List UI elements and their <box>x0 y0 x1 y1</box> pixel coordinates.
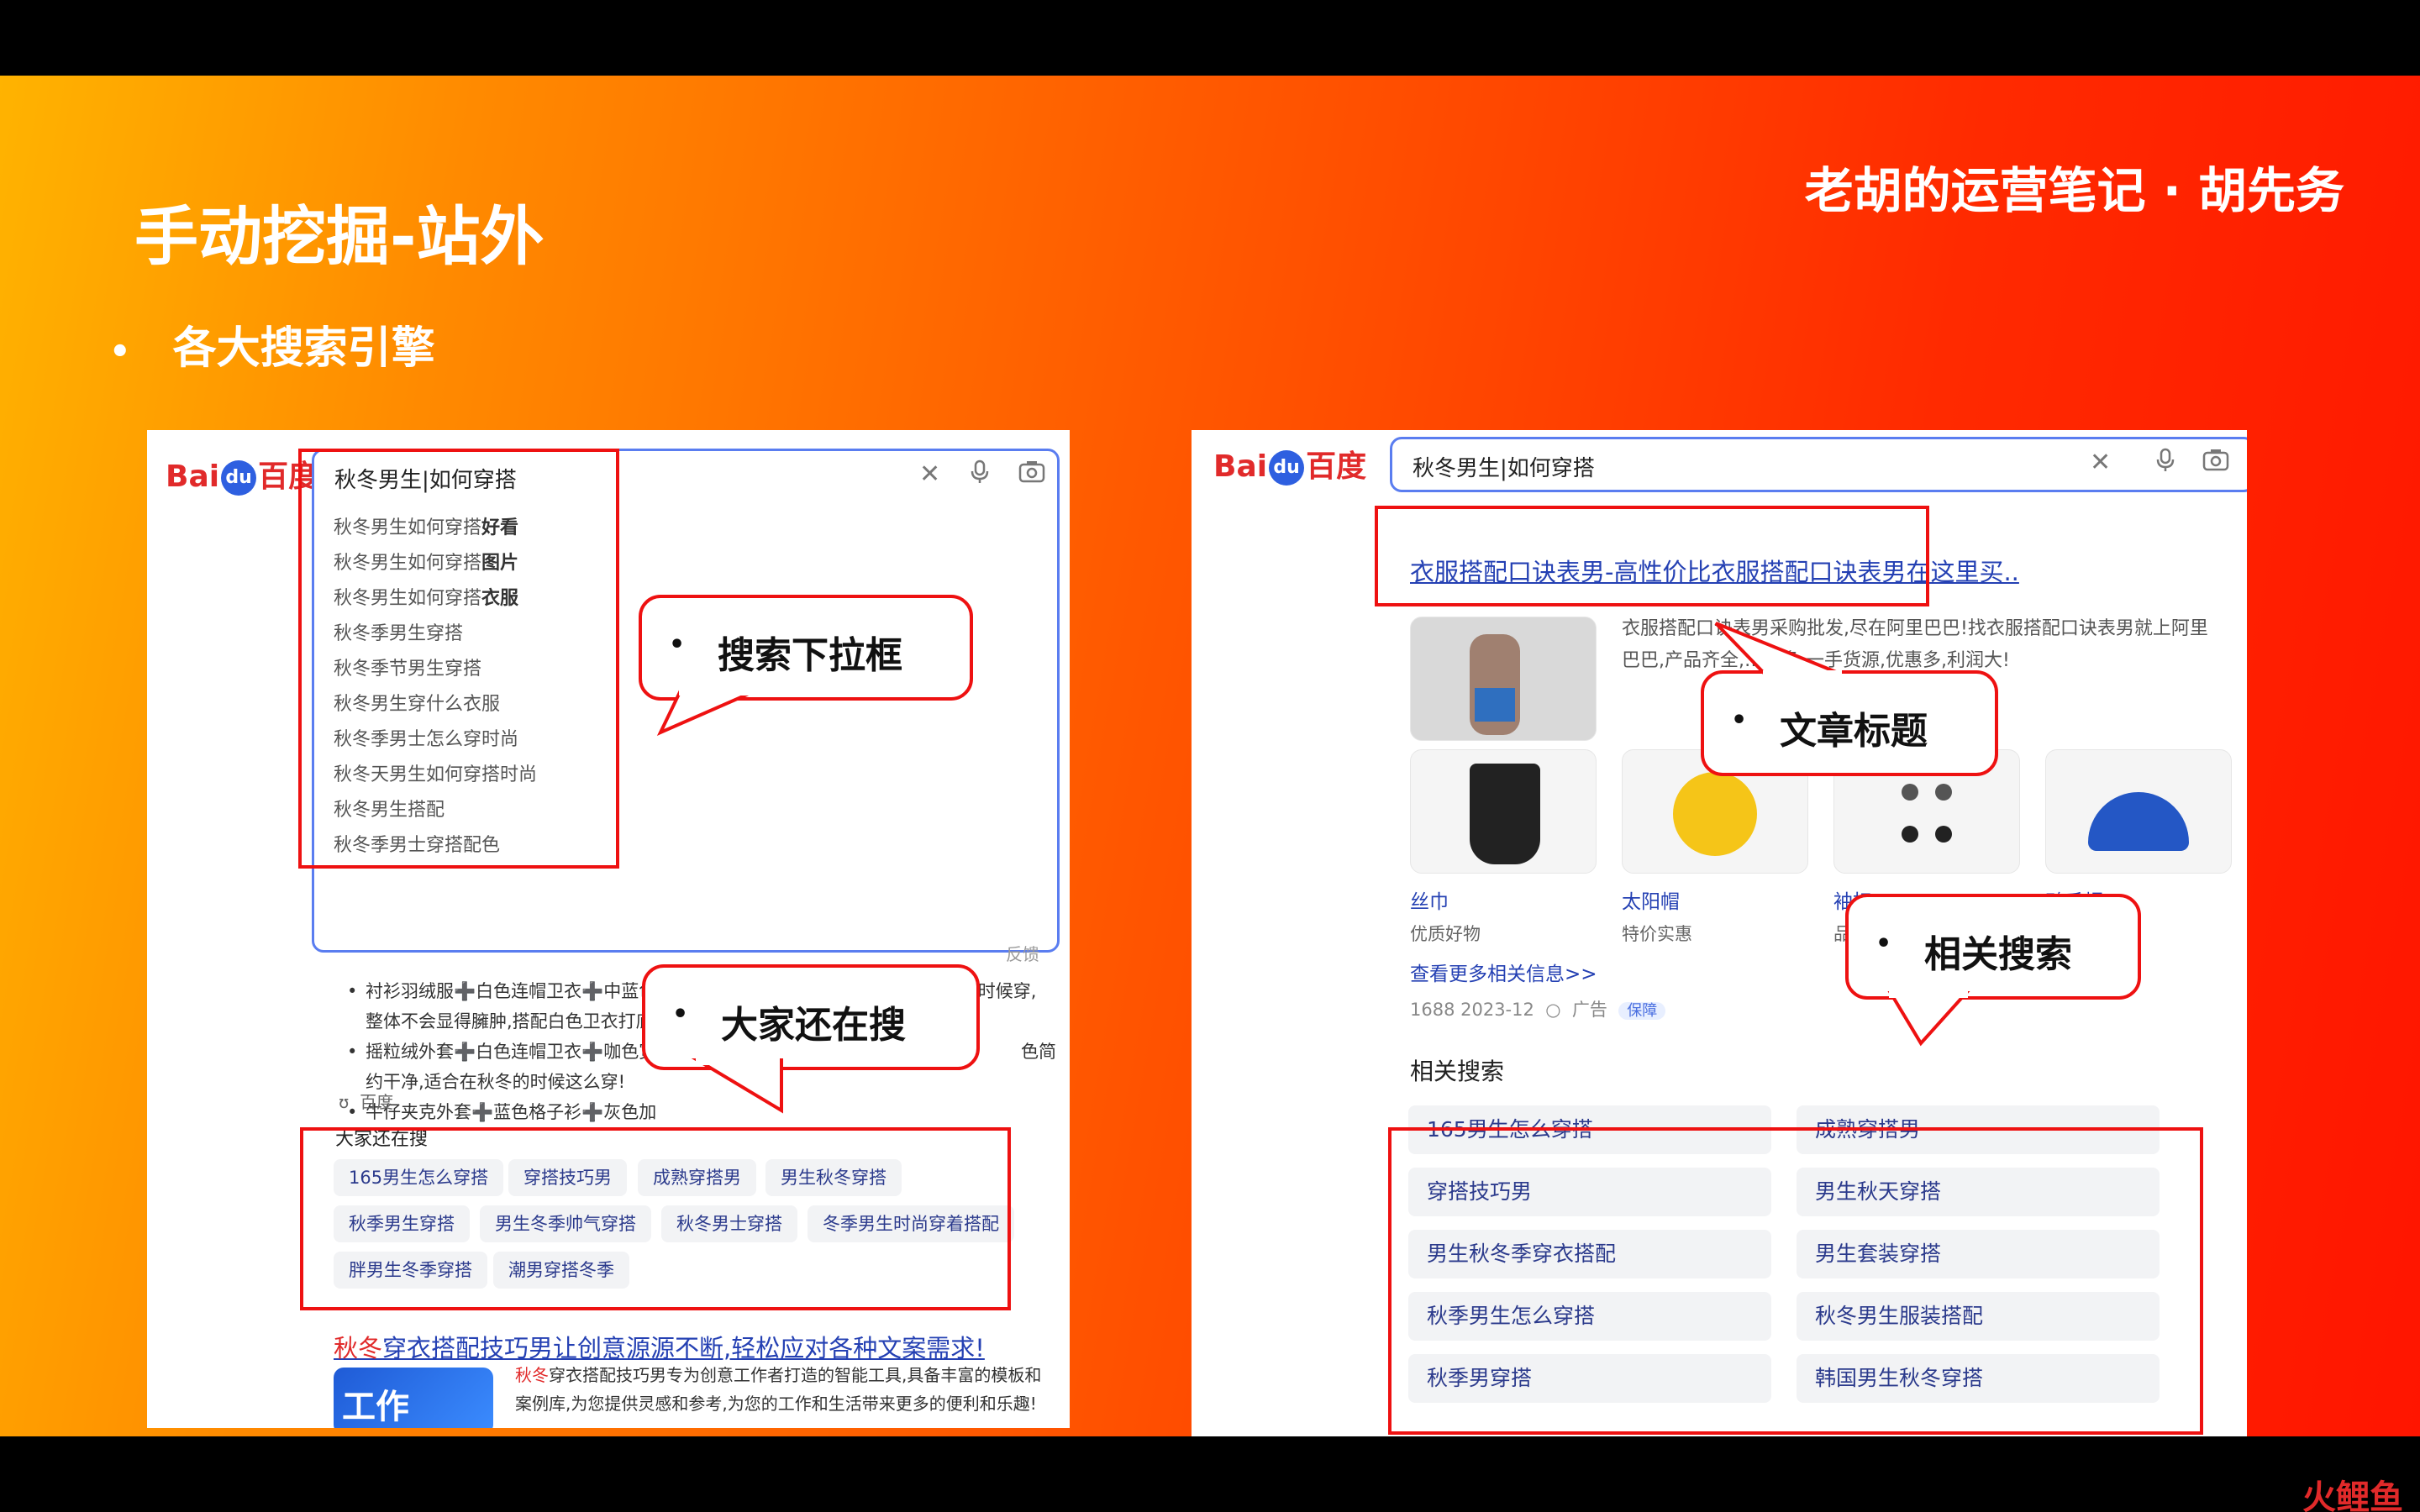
callout-bullet-icon: • <box>1731 706 1748 735</box>
brand-label: 老胡的运营笔记 · 胡先务 <box>1804 162 2344 219</box>
product-image-scarf[interactable] <box>1410 749 1597 874</box>
callout-related: • 相关搜索 <box>1845 894 2141 1000</box>
bottom-letterbox: 火鲤鱼 <box>0 1436 2420 1512</box>
bullet-main: • 各大搜索引擎 <box>109 312 435 375</box>
slide-title: 手动挖掘-站外 <box>134 199 544 274</box>
bullet-dot-icon: • <box>109 333 131 371</box>
highlight-box-title <box>1375 506 1929 606</box>
product-name[interactable]: 丝巾 <box>1410 885 1449 914</box>
ad-description: 衣服搭配口诀表男采购批发,尽在阿里巴巴!找衣服搭配口诀表男就上阿里 巴巴,产品齐… <box>1622 618 2208 671</box>
source-icon: ʊ <box>339 1092 350 1112</box>
baidu-screenshot-left: Bai du 百度 秋冬男生|如何穿搭 ✕ 秋冬男生如何穿搭好看 秋冬男生如何穿搭图… <box>147 430 1070 1428</box>
more-info-link[interactable]: 查看更多相关信息>> <box>1410 958 1597 986</box>
callout-bullet-icon: • <box>672 1000 689 1029</box>
ad-thumbnail[interactable]: 工作 <box>334 1368 493 1428</box>
clear-icon[interactable]: ✕ <box>2090 448 2111 477</box>
camera-icon[interactable] <box>1018 459 1045 490</box>
ad-title-link[interactable]: 秋冬穿衣搭配技巧男让创意源源不断,轻松应对各种文案需求! <box>334 1329 985 1364</box>
callout-bullet-icon: • <box>669 630 686 659</box>
slide: 手动挖掘-站外 老胡的运营笔记 · 胡先务 • 各大搜索引擎 Bai du 百度 秋冬… <box>0 76 2420 1436</box>
product-name[interactable]: 太阳帽 <box>1622 885 1680 914</box>
ad-main-image[interactable] <box>1410 617 1597 741</box>
logo-bai: Bai <box>166 459 220 494</box>
callout-pointer-icon <box>1887 991 1970 1047</box>
product-sub: 优质好物 <box>1410 924 1481 944</box>
ad-description: 秋冬穿衣搭配技巧男专为创意工作者打造的智能工具,具备丰富的模板和 案例库,为您提… <box>515 1365 1042 1414</box>
callout-pointer-icon <box>656 689 758 736</box>
related-search-heading: 相关搜索 <box>1410 1058 1505 1085</box>
source-label: ʊ 百度 <box>339 1092 394 1112</box>
logo-cn: 百度 <box>1306 449 1367 484</box>
highlight-box-related <box>1388 1127 2203 1435</box>
mic-icon[interactable] <box>2155 448 2175 480</box>
watermark-logo: 火鲤鱼 <box>2302 1478 2403 1512</box>
callout-dropdown: • 搜索下拉框 <box>639 595 973 701</box>
callout-title: • 文章标题 <box>1701 670 1998 776</box>
ad-meta: 1688 2023-12 ○ 广告 保障 <box>1410 996 1666 1021</box>
callout-pointer-icon <box>1714 622 1842 677</box>
product-sub: 特价实惠 <box>1622 924 1692 944</box>
logo-bai: Bai <box>1213 449 1268 484</box>
camera-icon[interactable] <box>2202 448 2229 478</box>
search-input[interactable]: 秋冬男生|如何穿搭 <box>1413 451 1595 482</box>
feedback-link[interactable]: 反馈 <box>1006 941 1039 965</box>
guarantee-badge: 保障 <box>1618 1002 1666 1020</box>
callout-also-search: • 大家还在搜 <box>642 964 980 1070</box>
top-letterbox <box>0 0 2420 76</box>
baidu-logo[interactable]: Bai du 百度 <box>166 452 318 496</box>
product-image-cap[interactable] <box>2045 749 2232 874</box>
highlight-box-also-search <box>300 1127 1011 1310</box>
search-box: 秋冬男生|如何穿搭 ✕ <box>1390 437 2247 492</box>
baidu-logo[interactable]: Bai du 百度 <box>1213 442 1366 486</box>
clear-icon[interactable]: ✕ <box>919 459 940 489</box>
mic-icon[interactable] <box>970 459 990 491</box>
callout-bullet-icon: • <box>1876 929 1892 958</box>
callout-pointer-icon <box>691 1058 783 1114</box>
logo-paw-icon: du <box>221 460 257 496</box>
logo-paw-icon: du <box>1269 450 1305 486</box>
bullet-main-text: 各大搜索引擎 <box>172 323 435 374</box>
highlight-box-dropdown <box>298 449 619 869</box>
